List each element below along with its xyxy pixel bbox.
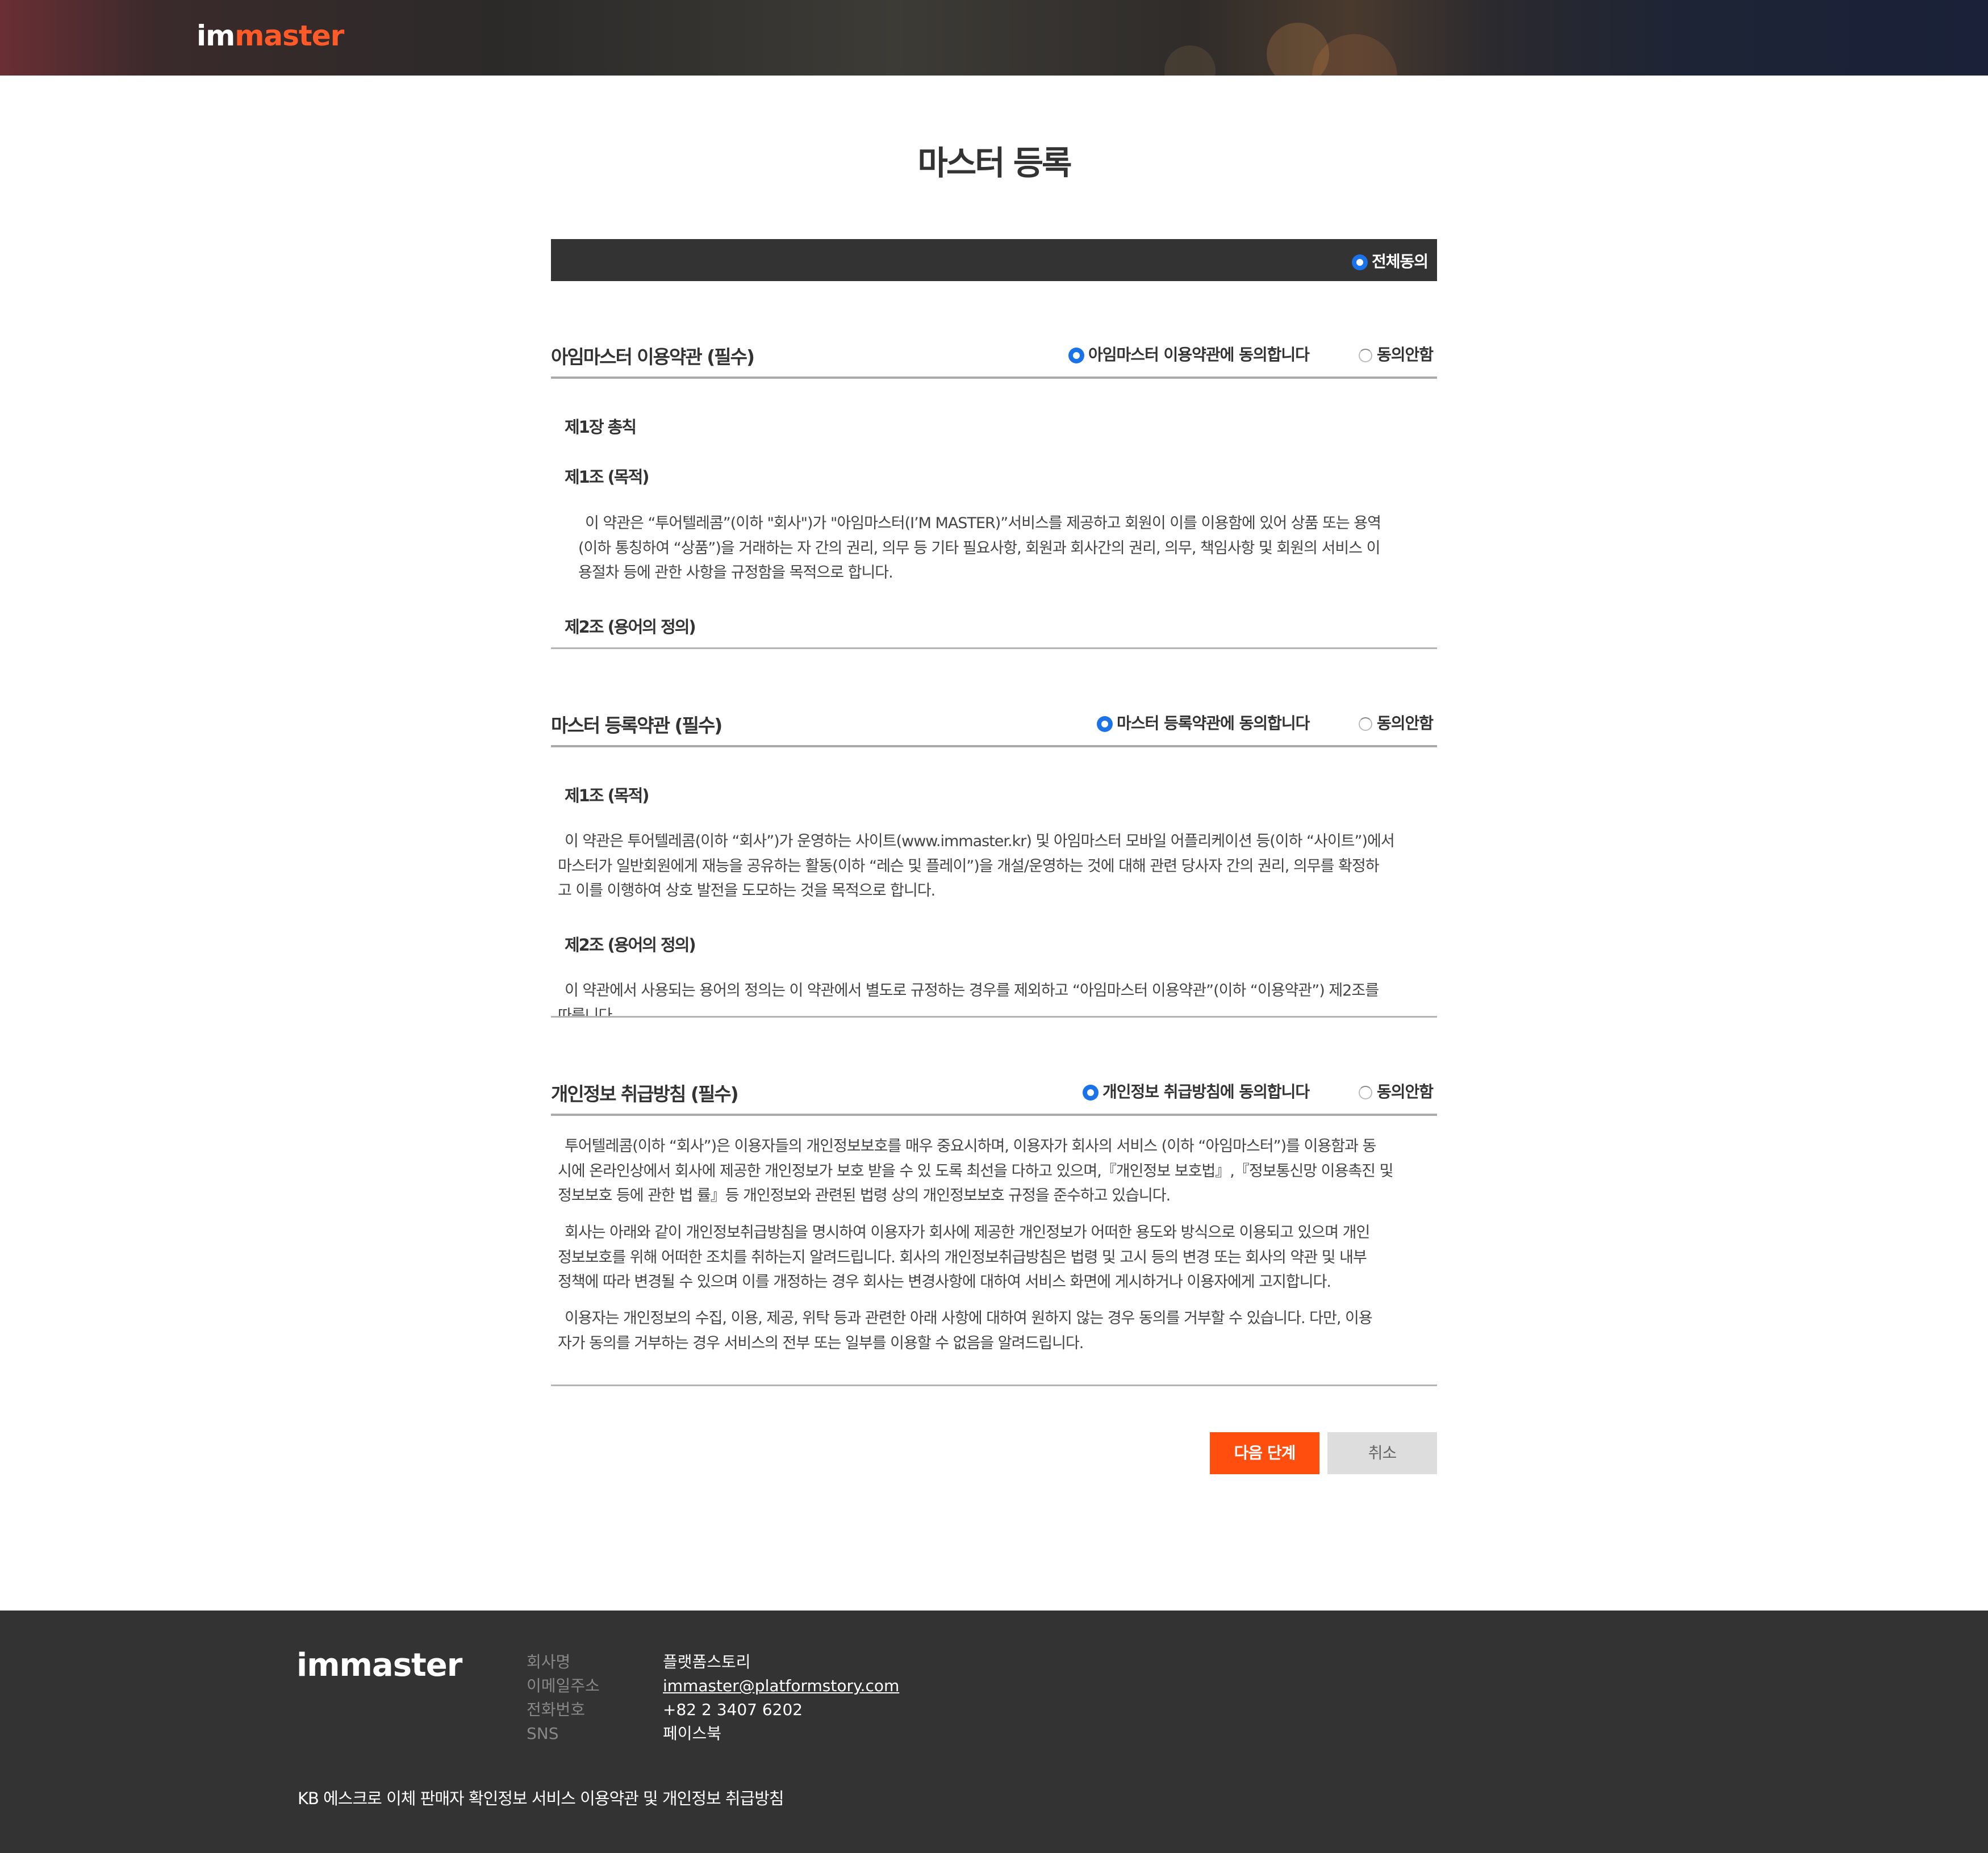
master-terms-disagree-label: 동의안함 — [1377, 714, 1434, 733]
terms-disagree-option[interactable]: 동의안함 — [1359, 342, 1434, 365]
master-terms-paragraph-line: 이 약관에서 사용되는 용어의 정의는 이 약관에서 별도로 규정하는 경우를 … — [565, 982, 1379, 999]
sns-link[interactable]: 페이스북 — [663, 1722, 721, 1746]
article-heading: 제1조 (목적) — [565, 467, 650, 487]
footer-logo[interactable]: immaster — [296, 1647, 462, 1684]
master-terms-paragraph-line: 이 약관은 투어텔레콤(이하 “회사”)가 운영하는 사이트(www.immas… — [565, 833, 1395, 850]
article-heading: 제1조 (목적) — [565, 786, 650, 805]
master-terms-content-box[interactable]: 제1조 (목적) 이 약관은 투어텔레콤(이하 “회사”)가 운영하는 사이트(… — [551, 747, 1437, 1017]
master-terms-agree-label: 마스터 등록약관에 동의합니다 — [1117, 714, 1310, 733]
site-footer: immaster 회사명 플랫폼스토리 이메일주소 immaster@platf… — [0, 1611, 1988, 1853]
master-terms-agree-radio[interactable] — [1097, 717, 1112, 731]
master-terms-section-title: 마스터 등록약관 (필수) — [551, 714, 722, 737]
email-link[interactable]: immaster@platformstory.com — [663, 1674, 899, 1698]
logo-text-master: master — [235, 19, 344, 52]
terms-agree-option[interactable]: 아임마스터 이용약관에 동의합니다 — [1069, 342, 1310, 365]
privacy-paragraph-line: 투어텔레콤(이하 “회사”)은 이용자들의 개인정보보호를 매우 중요시하며, … — [565, 1137, 1376, 1155]
privacy-paragraph-line: 이용자는 개인정보의 수집, 이용, 제공, 위탁 등과 관련한 아래 사항에 … — [565, 1310, 1373, 1327]
article-heading: 제2조 (용어의 정의) — [565, 617, 696, 637]
header-logo[interactable]: immaster — [197, 19, 344, 52]
privacy-content-box[interactable]: 투어텔레콤(이하 “회사”)은 이용자들의 개인정보보호를 매우 중요시하며, … — [551, 1116, 1437, 1385]
next-step-button[interactable]: 다음 단계 — [1210, 1432, 1319, 1474]
privacy-disagree-label: 동의안함 — [1377, 1082, 1434, 1101]
privacy-section-title: 개인정보 취급방침 (필수) — [551, 1083, 739, 1105]
master-terms-disagree-radio[interactable] — [1359, 717, 1372, 731]
terms-section-title: 아임마스터 이용약관 (필수) — [551, 346, 755, 368]
terms-disagree-label: 동의안함 — [1377, 345, 1434, 364]
section-divider — [551, 1384, 1437, 1386]
privacy-paragraph-line: 회사는 아래와 같이 개인정보취급방침을 명시하여 이용자가 회사에 제공한 개… — [565, 1224, 1370, 1241]
phone-label: 전화번호 — [527, 1700, 586, 1719]
article-heading: 제2조 (용어의 정의) — [565, 935, 696, 955]
terms-agree-radio[interactable] — [1069, 348, 1084, 363]
privacy-agree-radio[interactable] — [1083, 1085, 1098, 1100]
privacy-paragraph-line: 정보보호를 위해 어떠한 조치를 취하는지 알려드립니다. 회사의 개인정보취급… — [558, 1249, 1367, 1266]
master-terms-paragraph-line: 따릅니다. — [558, 1007, 617, 1017]
company-label: 회사명 — [527, 1653, 571, 1671]
page-title: 마스터 등록 — [917, 144, 1072, 182]
privacy-paragraph-line: 정책에 따라 변경될 수 있으며 이를 개정하는 경우 회사는 변경사항에 대하… — [558, 1273, 1331, 1291]
privacy-paragraph-line: 시에 온라인상에서 회사에 제공한 개인정보가 보호 받을 수 있 도록 최선을… — [558, 1162, 1393, 1180]
header-bokeh — [1164, 45, 1216, 76]
top-header: immaster — [0, 0, 1988, 76]
section-divider — [551, 1016, 1437, 1018]
agree-all-label: 전체동의 — [1371, 252, 1429, 271]
privacy-agree-option[interactable]: 개인정보 취급방침에 동의합니다 — [1083, 1080, 1310, 1102]
sns-label: SNS — [527, 1724, 559, 1743]
terms-agree-label: 아임마스터 이용약관에 동의합니다 — [1088, 345, 1310, 364]
email-label: 이메일주소 — [527, 1676, 600, 1695]
cancel-button[interactable]: 취소 — [1327, 1432, 1437, 1474]
master-terms-agree-option[interactable]: 마스터 등록약관에 동의합니다 — [1097, 711, 1310, 734]
terms-paragraph-line: (이하 통칭하여 “상품”)을 거래하는 자 간의 권리, 의무 등 기타 필요… — [578, 539, 1380, 557]
terms-disagree-radio[interactable] — [1359, 349, 1372, 362]
privacy-disagree-radio[interactable] — [1359, 1086, 1372, 1099]
agree-all-bar: 전체동의 — [551, 239, 1437, 281]
master-terms-paragraph-line: 마스터가 일반회원에게 재능을 공유하는 활동(이하 “레슨 및 플레이”)을 … — [558, 858, 1380, 875]
logo-text-im: im — [197, 19, 235, 52]
chapter-heading: 제1장 총칙 — [565, 417, 637, 437]
privacy-paragraph-line: 자가 동의를 거부하는 경우 서비스의 전부 또는 일부를 이용할 수 없음을 … — [558, 1335, 1084, 1352]
phone-value: +82 2 3407 6202 — [663, 1700, 803, 1719]
master-terms-disagree-option[interactable]: 동의안함 — [1359, 711, 1434, 734]
master-terms-paragraph-line: 고 이를 이행하여 상호 발전을 도모하는 것을 목적으로 합니다. — [558, 882, 935, 900]
privacy-disagree-option[interactable]: 동의안함 — [1359, 1080, 1434, 1102]
privacy-paragraph-line: 정보보호 등에 관한 법 률』등 개인정보와 관련된 법령 상의 개인정보보호 … — [558, 1187, 1171, 1204]
footer-escrow-text[interactable]: KB 에스크로 이체 판매자 확인정보 서비스 이용약관 및 개인정보 취급방침 — [298, 1785, 784, 1809]
privacy-agree-label: 개인정보 취급방침에 동의합니다 — [1102, 1082, 1310, 1101]
company-value: 플랫폼스토리 — [663, 1653, 751, 1671]
section-divider — [551, 647, 1437, 649]
terms-content-box[interactable]: 제1장 총칙 제1조 (목적) 이 약관은 “투어텔레콤”(이하 "회사")가 … — [551, 379, 1437, 648]
terms-paragraph-line: 용절차 등에 관한 사항을 규정함을 목적으로 합니다. — [578, 564, 893, 582]
agree-all-radio[interactable] — [1352, 255, 1367, 270]
agree-all-option[interactable]: 전체동의 — [1352, 249, 1429, 272]
terms-paragraph-line: 이 약관은 “투어텔레콤”(이하 "회사")가 "아임마스터(I’M MASTE… — [585, 515, 1381, 532]
